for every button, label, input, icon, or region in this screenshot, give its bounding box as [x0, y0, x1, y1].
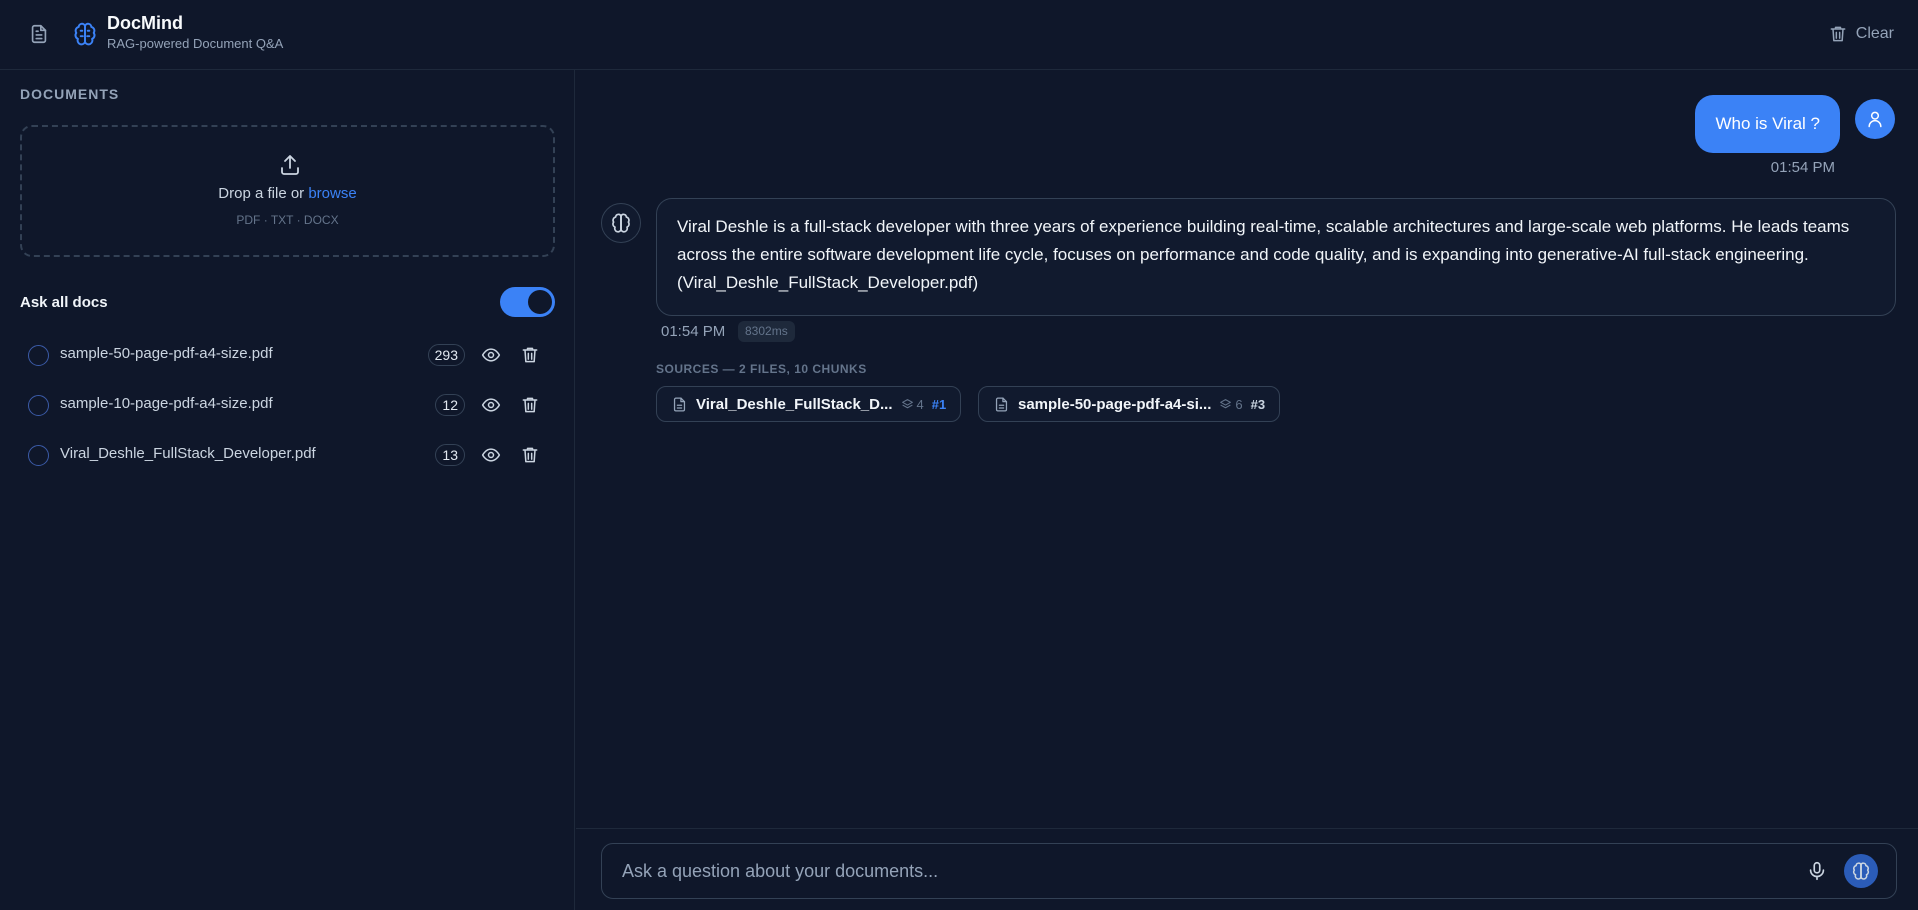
- clear-button-label: Clear: [1855, 25, 1894, 42]
- eye-icon[interactable]: [481, 445, 501, 465]
- assistant-message-bubble: Viral Deshle is a full-stack developer w…: [656, 198, 1896, 316]
- document-select-radio[interactable]: [28, 445, 49, 466]
- chunk-count-value: 4: [916, 396, 924, 412]
- document-select-radio[interactable]: [28, 395, 49, 416]
- source-chip[interactable]: sample-50-page-pdf-a4-si... 6 #3: [978, 386, 1281, 422]
- ask-all-docs-toggle[interactable]: [500, 287, 555, 317]
- send-button[interactable]: [1844, 854, 1878, 888]
- document-icon: [673, 396, 686, 412]
- chat-input-box: [601, 843, 1897, 899]
- layers-icon: [901, 398, 913, 408]
- document-icon[interactable]: [28, 23, 50, 45]
- dropzone-hint: PDF · TXT · DOCX: [236, 213, 339, 227]
- clear-button[interactable]: Clear: [1828, 20, 1894, 48]
- upload-icon: [281, 155, 299, 175]
- app-subtitle: RAG-powered Document Q&A: [107, 36, 284, 51]
- microphone-icon[interactable]: [1806, 860, 1828, 882]
- document-row[interactable]: sample-50-page-pdf-a4-size.pdf 293: [20, 335, 555, 375]
- document-name: sample-10-page-pdf-a4-size.pdf: [60, 395, 273, 412]
- trash-icon[interactable]: [520, 445, 540, 465]
- document-name: sample-50-page-pdf-a4-size.pdf: [60, 345, 273, 362]
- chat-panel: Who is Viral ? 01:54 PM Viral Deshle is …: [576, 70, 1918, 828]
- source-chip[interactable]: Viral_Deshle_FullStack_D... 4 #1: [656, 386, 962, 422]
- trash-icon[interactable]: [520, 395, 540, 415]
- document-row[interactable]: Viral_Deshle_FullStack_Developer.pdf 13: [20, 435, 555, 475]
- app-title: DocMind: [107, 13, 183, 33]
- chunk-count-value: 6: [1235, 396, 1243, 412]
- browse-link[interactable]: browse: [308, 185, 356, 202]
- source-file-name: sample-50-page-pdf-a4-si...: [1018, 395, 1212, 413]
- source-rank: #3: [1250, 396, 1266, 412]
- brain-icon: [612, 213, 630, 233]
- brain-logo-icon: [74, 22, 96, 46]
- brain-icon: [1852, 862, 1870, 880]
- chat-input-area: [576, 828, 1918, 910]
- eye-icon[interactable]: [481, 395, 501, 415]
- trash-icon[interactable]: [520, 345, 540, 365]
- assistant-avatar: [601, 203, 641, 243]
- chunk-count: 4: [901, 397, 924, 412]
- dropzone-label: Drop a file or: [218, 185, 309, 202]
- source-file-name: Viral_Deshle_FullStack_D...: [696, 395, 893, 413]
- trash-icon: [1830, 26, 1846, 42]
- source-rank: #1: [931, 396, 947, 412]
- document-row[interactable]: sample-10-page-pdf-a4-size.pdf 12: [20, 385, 555, 425]
- sources-label: SOURCES — 2 FILES, 10 CHUNKS: [656, 362, 867, 376]
- user-message-bubble: Who is Viral ?: [1695, 95, 1840, 153]
- chunk-count: 6: [1219, 396, 1243, 412]
- ask-all-docs-label: Ask all docs: [20, 294, 108, 311]
- user-message-time: 01:54 PM: [1770, 159, 1835, 176]
- document-name: Viral_Deshle_FullStack_Developer.pdf: [60, 445, 316, 462]
- user-avatar: [1855, 99, 1895, 139]
- toggle-knob: [528, 290, 552, 314]
- document-select-radio[interactable]: [28, 345, 49, 366]
- user-icon: [1868, 111, 1882, 128]
- latency-badge: 8302ms: [738, 321, 795, 342]
- document-icon: [995, 396, 1008, 412]
- documents-section-title: DOCUMENTS: [20, 86, 120, 102]
- question-input[interactable]: [622, 844, 1772, 898]
- app-header: DocMind RAG-powered Document Q&A Clear: [0, 0, 1918, 70]
- eye-icon[interactable]: [481, 345, 501, 365]
- dropzone-text: Drop a file or browse: [22, 185, 553, 202]
- assistant-message-time: 01:54 PM: [661, 323, 726, 340]
- chunk-count-badge: 12: [435, 394, 465, 416]
- documents-sidebar: DOCUMENTS Drop a file or browse PDF · TX…: [0, 70, 575, 910]
- file-dropzone[interactable]: Drop a file or browse PDF · TXT · DOCX: [20, 125, 555, 257]
- layers-icon: [1220, 398, 1232, 408]
- chunk-count-badge: 13: [435, 444, 465, 466]
- chunk-count-badge: 293: [427, 344, 465, 366]
